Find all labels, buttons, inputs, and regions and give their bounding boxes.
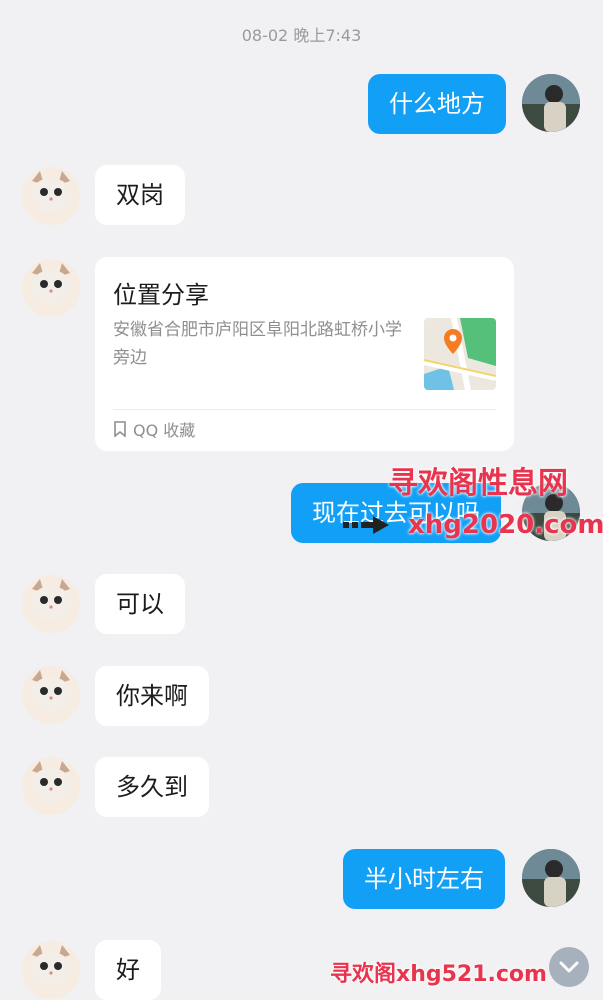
cat-avatar-icon	[22, 259, 80, 317]
message-timestamp: 08-02 晚上7:43	[241, 26, 362, 45]
incoming-message[interactable]: 好	[95, 940, 161, 1000]
arrow-icon	[343, 516, 389, 534]
scroll-to-bottom-button[interactable]	[549, 947, 589, 987]
outgoing-message[interactable]: 什么地方	[368, 74, 506, 134]
cat-avatar-icon	[22, 666, 80, 724]
location-share-card[interactable]: 位置分享 安徽省合肥市庐阳区阜阳北路虹桥小学旁边 QQ 收藏	[95, 257, 514, 451]
incoming-message[interactable]: 可以	[95, 574, 185, 634]
map-thumbnail	[424, 318, 496, 390]
card-source: QQ 收藏	[113, 417, 195, 441]
watermark-url: xhg2020.com	[408, 510, 603, 540]
contact-avatar[interactable]	[22, 575, 80, 633]
map-pin-icon	[424, 318, 496, 390]
watermark-text: 寻欢阁性息网	[388, 466, 568, 501]
cat-avatar-icon	[22, 757, 80, 815]
location-card-title: 位置分享	[113, 281, 209, 309]
contact-avatar[interactable]	[22, 167, 80, 225]
chevron-down-icon	[559, 961, 579, 973]
cat-avatar-icon	[22, 167, 80, 225]
card-source-label: QQ 收藏	[133, 421, 196, 440]
watermark-footer: 寻欢阁xhg521.com	[330, 962, 547, 987]
contact-avatar[interactable]	[22, 259, 80, 317]
incoming-message[interactable]: 多久到	[95, 757, 209, 817]
chat-screen: 08-02 晚上7:43 什么地方 双岗 位置分享 安徽省合肥市庐阳区阜阳北路虹…	[0, 0, 603, 1000]
my-avatar[interactable]	[522, 74, 580, 132]
avatar-photo-icon	[522, 849, 580, 907]
contact-avatar[interactable]	[22, 666, 80, 724]
avatar-photo-icon	[522, 74, 580, 132]
cat-avatar-icon	[22, 575, 80, 633]
outgoing-message[interactable]: 半小时左右	[343, 849, 505, 909]
location-address: 安徽省合肥市庐阳区阜阳北路虹桥小学旁边	[113, 320, 402, 368]
incoming-message[interactable]: 双岗	[95, 165, 185, 225]
card-divider	[113, 409, 496, 410]
incoming-message[interactable]: 你来啊	[95, 666, 209, 726]
contact-avatar[interactable]	[22, 757, 80, 815]
contact-avatar[interactable]	[22, 941, 80, 999]
my-avatar[interactable]	[522, 849, 580, 907]
bookmark-icon	[114, 421, 126, 437]
cat-avatar-icon	[22, 941, 80, 999]
